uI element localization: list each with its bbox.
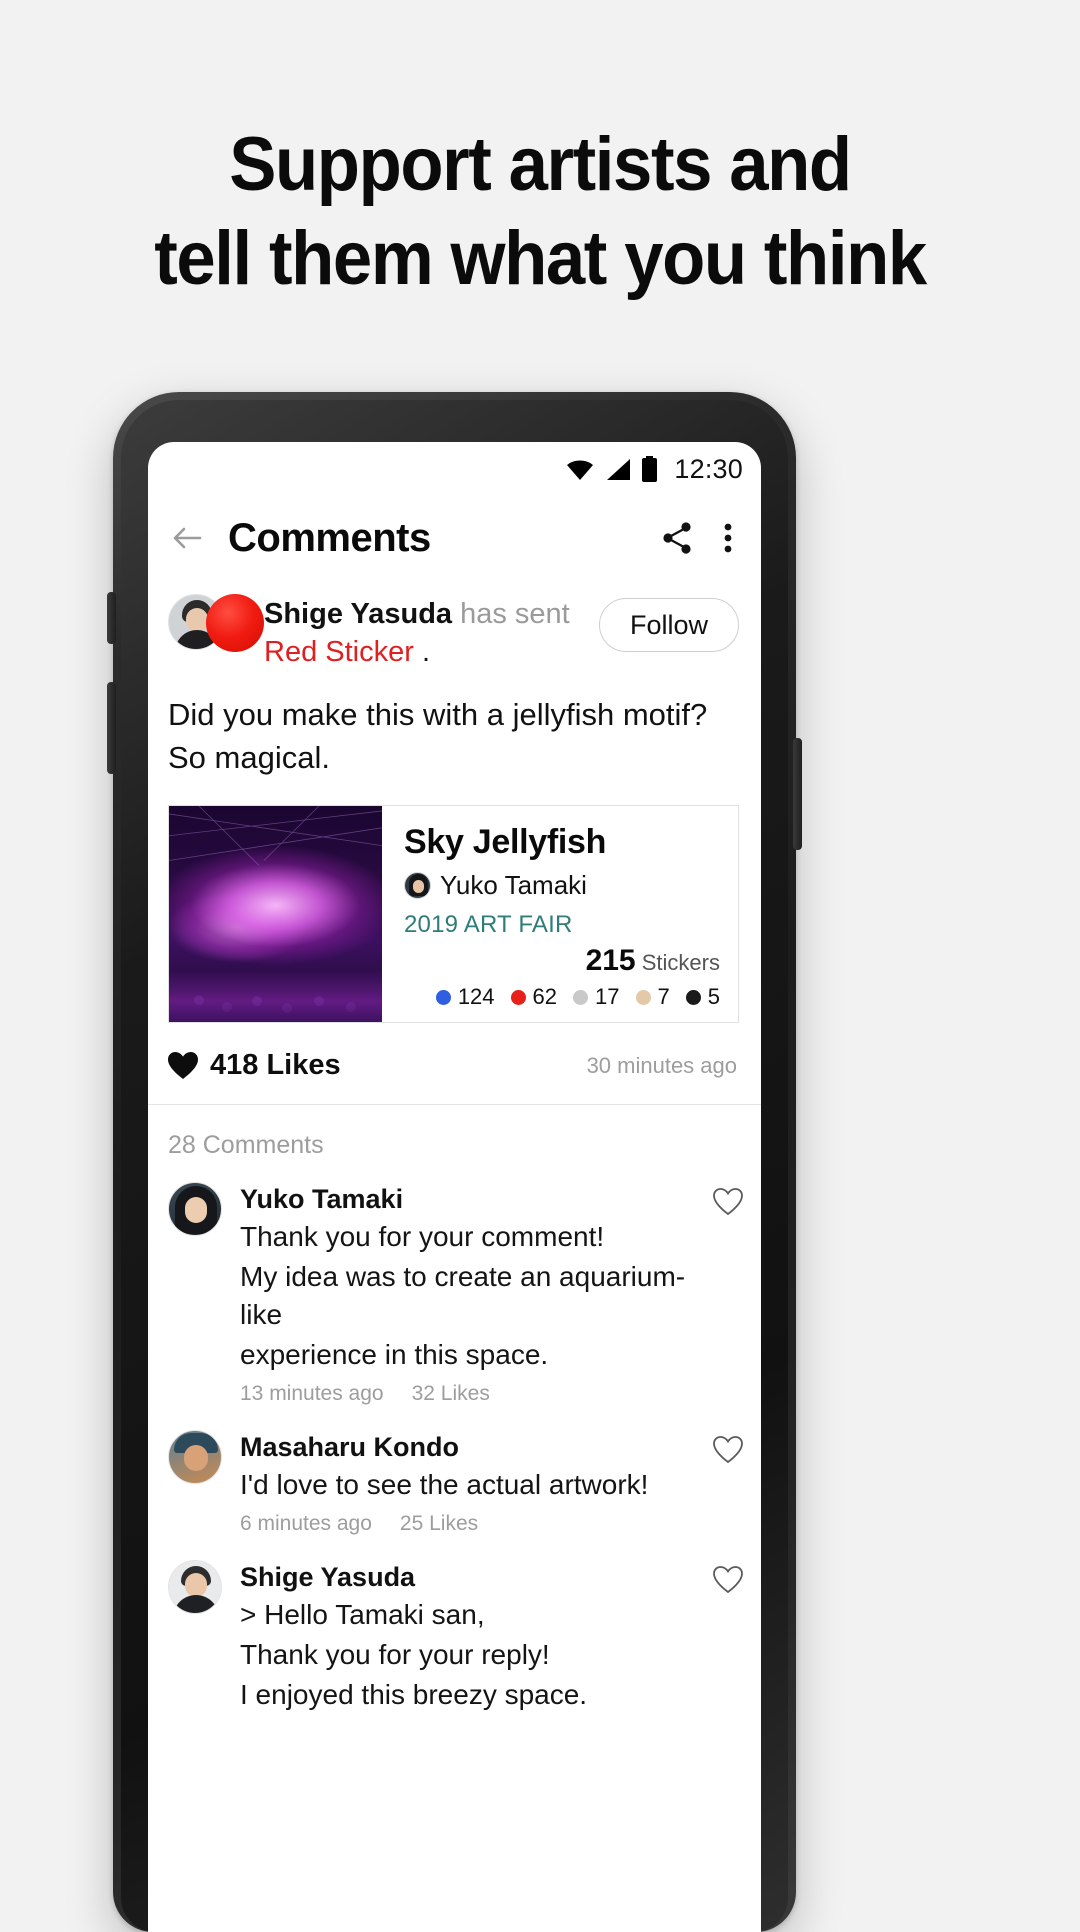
battery-full-icon [641, 456, 658, 482]
main-comment-line1: Did you make this with a jellyfish motif… [168, 697, 708, 732]
heart-filled-icon[interactable] [168, 1051, 198, 1080]
sticker-stat: 7 [635, 984, 670, 1010]
comments-count-label: 28 Comments [168, 1131, 324, 1159]
sticker-stat: 5 [685, 984, 720, 1010]
sticker-dot-gold-icon [635, 989, 651, 1005]
notice-sticker-name: Red Sticker [264, 636, 414, 668]
list-item[interactable]: Masaharu Kondo I'd love to see the actua… [168, 1412, 743, 1542]
comment-body: Shige Yasuda > Hello Tamaki san, Thank y… [222, 1560, 713, 1714]
volume-down-button[interactable] [107, 682, 116, 774]
likes-row: 418 Likes 30 minutes ago [148, 1023, 761, 1105]
avatar[interactable] [168, 1182, 222, 1236]
artwork-card[interactable]: Sky Jellyfish Yuko Tamaki 2019 ART FAIR … [168, 805, 739, 1023]
artwork-info: Sky Jellyfish Yuko Tamaki 2019 ART FAIR … [382, 806, 738, 1022]
page-title: Comments [228, 515, 431, 560]
artwork-artist-name: Yuko Tamaki [440, 870, 587, 900]
likes-count: 418 Likes [210, 1049, 341, 1081]
comment-author[interactable]: Shige Yasuda [240, 1562, 415, 1592]
volume-up-button[interactable] [107, 592, 116, 644]
notice-sender[interactable]: Shige Yasuda [264, 598, 452, 630]
comment-text-line: I'd love to see the actual artwork! [240, 1469, 649, 1500]
sticker-count: 5 [707, 984, 720, 1009]
sticker-stat: 17 [573, 984, 620, 1010]
signal-icon [605, 458, 631, 481]
status-bar-time: 12:30 [674, 453, 743, 484]
sticker-dot-red-icon [510, 989, 526, 1005]
artwork-artist-row[interactable]: Yuko Tamaki [404, 870, 720, 901]
sticker-count: 7 [657, 984, 670, 1009]
app-bar: Comments [148, 496, 761, 580]
avatar [404, 872, 431, 899]
comment-likes: 25 Likes [399, 1512, 479, 1535]
more-vertical-icon[interactable] [717, 519, 739, 557]
notice-text: Shige Yasuda has sent Red Sticker . [264, 592, 599, 671]
comment-text-line: My idea was to create an aquarium-like [240, 1261, 686, 1330]
notice-avatars [168, 594, 264, 656]
avatar[interactable] [168, 1560, 222, 1614]
comment-author[interactable]: Yuko Tamaki [240, 1184, 403, 1214]
comment-timestamp: 13 minutes ago [240, 1382, 384, 1405]
notice-period: . [413, 636, 431, 668]
red-sticker-icon [206, 594, 264, 652]
wifi-icon [565, 458, 595, 481]
sticker-stat: 124 [435, 984, 495, 1010]
comment-author[interactable]: Masaharu Kondo [240, 1432, 459, 1462]
artwork-stickers-label: Stickers [641, 950, 720, 975]
heart-outline-icon[interactable] [713, 1566, 743, 1594]
phone-mockup: 12:30 Comments Shige Yasuda has sent Red… [107, 392, 802, 1932]
heart-outline-icon[interactable] [713, 1188, 743, 1216]
main-comment-line2: So magical. [168, 740, 330, 775]
comment-body: Masaharu Kondo I'd love to see the actua… [222, 1430, 713, 1536]
promo-headline: Support artists and tell them what you t… [38, 118, 1042, 306]
notice-action: has sent [452, 598, 570, 630]
main-comment-text: Did you make this with a jellyfish motif… [148, 671, 761, 779]
comment-likes: 32 Likes [411, 1382, 490, 1405]
artwork-sticker-breakdown: 124 62 17 7 5 [404, 984, 720, 1010]
back-arrow-icon[interactable] [168, 519, 206, 557]
comment-timestamp: 6 minutes ago [240, 1512, 372, 1535]
comment-text-line: > Hello Tamaki san, [240, 1599, 485, 1630]
status-bar: 12:30 [148, 442, 761, 496]
comment-meta: 6 minutes ago 25 Likes [240, 1512, 703, 1536]
comment-text-line: experience in this space. [240, 1339, 549, 1370]
artwork-thumbnail [169, 806, 382, 1022]
sticker-notice: Shige Yasuda has sent Red Sticker . Foll… [148, 580, 761, 671]
promo-headline-line1: Support artists and [229, 122, 852, 207]
avatar[interactable] [168, 1430, 222, 1484]
follow-button[interactable]: Follow [598, 598, 739, 652]
list-item[interactable]: Yuko Tamaki Thank you for your comment! … [168, 1164, 743, 1412]
artwork-event-link[interactable]: 2019 ART FAIR [404, 911, 720, 939]
comment-body: Yuko Tamaki Thank you for your comment! … [222, 1182, 713, 1406]
comment-list: Yuko Tamaki Thank you for your comment! … [148, 1164, 761, 1720]
sticker-count: 62 [532, 984, 558, 1009]
comment-text-line: Thank you for your reply! [240, 1639, 550, 1670]
phone-screen: 12:30 Comments Shige Yasuda has sent Red… [148, 442, 761, 1932]
share-icon[interactable] [659, 519, 695, 557]
comment-text-line: Thank you for your comment! [240, 1221, 605, 1252]
comment-meta: 13 minutes ago 32 Likes [240, 1382, 703, 1406]
sticker-count: 17 [595, 984, 620, 1009]
comment-text-line: I enjoyed this breezy space. [240, 1679, 588, 1710]
sticker-dot-silver-icon [573, 989, 589, 1005]
artwork-title: Sky Jellyfish [404, 823, 607, 861]
list-item[interactable]: Shige Yasuda > Hello Tamaki san, Thank y… [168, 1542, 743, 1720]
sticker-dot-black-icon [685, 989, 701, 1005]
likes-timestamp: 30 minutes ago [586, 1052, 737, 1078]
power-button[interactable] [793, 738, 802, 850]
sticker-dot-blue-icon [435, 989, 451, 1005]
sticker-count: 124 [457, 984, 495, 1009]
promo-headline-line2: tell them what you think [154, 216, 927, 301]
heart-outline-icon[interactable] [713, 1436, 743, 1464]
sticker-stat: 62 [510, 984, 558, 1010]
artwork-stickers-count: 215 [585, 944, 636, 977]
artwork-stickers-total: 215 Stickers [404, 944, 720, 978]
